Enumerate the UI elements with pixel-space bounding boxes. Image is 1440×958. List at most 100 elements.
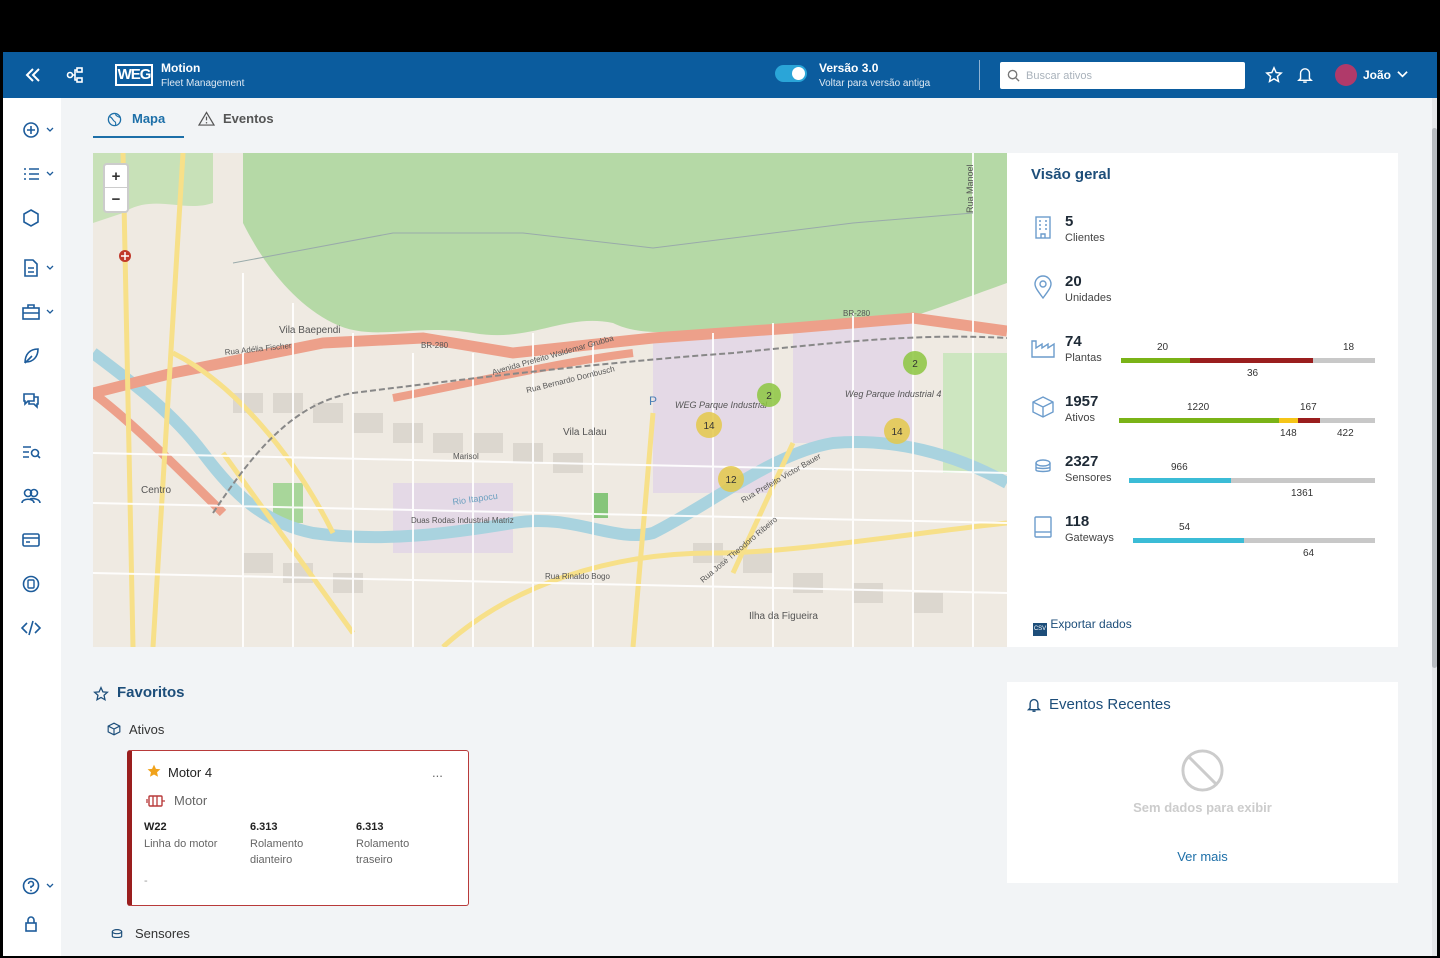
field-value: W22: [144, 821, 167, 833]
overview-row-ativos: 1957 Ativos 1220 148 167 422: [1031, 393, 1381, 443]
bar-segment: [1243, 538, 1375, 543]
cluster-count: 2: [766, 391, 772, 402]
map-tiles[interactable]: P Vila Baependi BR-280 Rua Adélia Fische…: [93, 153, 1007, 647]
sidebar-item-leaf[interactable]: [21, 346, 55, 366]
weg-logo: WEG: [115, 64, 153, 86]
sidebar-item-document[interactable]: [21, 258, 55, 278]
bell-icon[interactable]: [1297, 66, 1313, 84]
map[interactable]: P Vila Baependi BR-280 Rua Adélia Fische…: [93, 153, 1007, 647]
bar-label: 167: [1300, 402, 1317, 413]
overview-value: 2327: [1065, 453, 1099, 470]
chevron-down-icon[interactable]: [1397, 70, 1408, 79]
map-globe-icon: [107, 112, 122, 127]
sidebar-item-badge[interactable]: [21, 574, 55, 594]
asset-type: Motor: [174, 793, 208, 808]
cluster-count: 14: [891, 427, 903, 438]
gateways-bar: [1133, 538, 1375, 543]
field-label: Rolamento dianteiro: [250, 838, 304, 866]
overview-value: 5: [1065, 213, 1074, 230]
map-label: Marisol: [453, 452, 479, 461]
cluster-count: 2: [912, 359, 918, 370]
zoom-control: + −: [103, 163, 129, 213]
map-label: Centro: [141, 485, 171, 496]
zoom-out-button[interactable]: −: [105, 188, 127, 211]
collapse-sidebar-icon[interactable]: [23, 65, 43, 85]
bar-segment: [1133, 538, 1244, 543]
svg-text:P: P: [649, 394, 657, 408]
overview-value: 74: [1065, 333, 1082, 350]
sidebar-item-add[interactable]: [21, 120, 55, 140]
overview-title: Visão geral: [1031, 166, 1111, 183]
version-toggle[interactable]: [775, 65, 807, 82]
divider: [979, 60, 980, 90]
favorites-sensors-title: Sensores: [135, 926, 190, 941]
avatar[interactable]: [1335, 64, 1357, 86]
zoom-in-button[interactable]: +: [105, 165, 127, 188]
map-label: Vila Baependi: [279, 325, 341, 336]
tab-mapa[interactable]: Mapa: [93, 108, 184, 138]
map-label: Duas Rodas Industrial Matriz: [411, 516, 514, 525]
hierarchy-icon[interactable]: [65, 65, 85, 85]
map-label: BR-280: [421, 341, 449, 350]
gateway-icon: [1034, 516, 1052, 538]
sidebar-item-code[interactable]: [21, 618, 55, 638]
field-label: Rolamento traseiro: [356, 838, 410, 866]
recent-events-title: Eventos Recentes: [1049, 696, 1171, 713]
overview-row-clientes: 5 Clientes: [1031, 213, 1381, 263]
favorites-assets-title: Ativos: [129, 722, 165, 737]
overview-value: 20: [1065, 273, 1082, 290]
scrollbar[interactable]: [1432, 98, 1437, 956]
user-name[interactable]: João: [1363, 68, 1391, 82]
building-icon: [1035, 216, 1051, 239]
sidebar-item-card[interactable]: [21, 530, 55, 550]
overview-panel: Visão geral 5 Clientes 20 Unidades 74 Pl…: [1007, 153, 1398, 647]
map-label: BR-280: [843, 309, 871, 318]
sidebar-item-briefcase[interactable]: [21, 302, 55, 322]
tab-eventos[interactable]: Eventos: [198, 108, 288, 138]
map-label: WEG Parque Industrial: [675, 400, 768, 410]
cluster-count: 12: [725, 475, 737, 486]
overview-label: Sensores: [1065, 472, 1112, 484]
card-menu-button[interactable]: ...: [432, 765, 443, 780]
bar-label: 1361: [1291, 488, 1314, 499]
map-label: Ilha da Figueira: [749, 611, 818, 622]
sidebar-item-users[interactable]: [21, 486, 55, 506]
lock-icon[interactable]: [21, 914, 55, 934]
help-icon[interactable]: [21, 876, 55, 896]
field-label: Linha do motor: [144, 838, 218, 850]
sidebar: [3, 98, 61, 956]
version-back-link[interactable]: Voltar para versão antiga: [819, 78, 930, 89]
empty-state-text: Sem dados para exibir: [1133, 800, 1272, 815]
bar-segment: [1121, 358, 1190, 363]
overview-label: Gateways: [1065, 532, 1114, 544]
bar-segment: [1319, 418, 1375, 423]
overview-row-gateways: 118 Gateways 54 64: [1031, 513, 1381, 563]
scrollbar-thumb[interactable]: [1432, 128, 1437, 668]
sidebar-item-hexagon[interactable]: [21, 208, 55, 228]
bar-label: 148: [1280, 428, 1297, 439]
export-data-button[interactable]: CSV Exportar dados: [1033, 617, 1132, 636]
sidebar-item-list[interactable]: [21, 164, 55, 184]
bar-segment: [1119, 418, 1279, 423]
recent-events-panel: Eventos Recentes Sem dados para exibir V…: [1007, 682, 1398, 883]
card-field: W22 Linha do motor: [144, 821, 244, 852]
sensores-bar: [1129, 478, 1375, 483]
overview-label: Plantas: [1065, 352, 1102, 364]
star-icon[interactable]: [1265, 66, 1283, 84]
map-label: Rua Rinaldo Bogo: [545, 572, 610, 581]
overview-value: 118: [1065, 513, 1090, 530]
see-more-link[interactable]: Ver mais: [1007, 849, 1398, 864]
bar-segment: [1189, 358, 1314, 363]
sidebar-item-chat[interactable]: [21, 390, 55, 410]
search-input[interactable]: [1026, 66, 1236, 85]
overview-label: Clientes: [1065, 232, 1105, 244]
sidebar-item-search-list[interactable]: [21, 442, 55, 462]
bar-segment: [1129, 478, 1232, 483]
sensor-icon: [1035, 459, 1051, 473]
star-filled-icon[interactable]: [146, 763, 162, 779]
favorite-asset-card[interactable]: Motor 4 ... Motor W22 Linha do motor 6.3…: [127, 750, 469, 906]
sensor-icon: [111, 929, 123, 939]
cluster-count: 14: [703, 421, 715, 432]
warning-icon: [198, 111, 215, 126]
bell-icon: [1027, 698, 1041, 712]
